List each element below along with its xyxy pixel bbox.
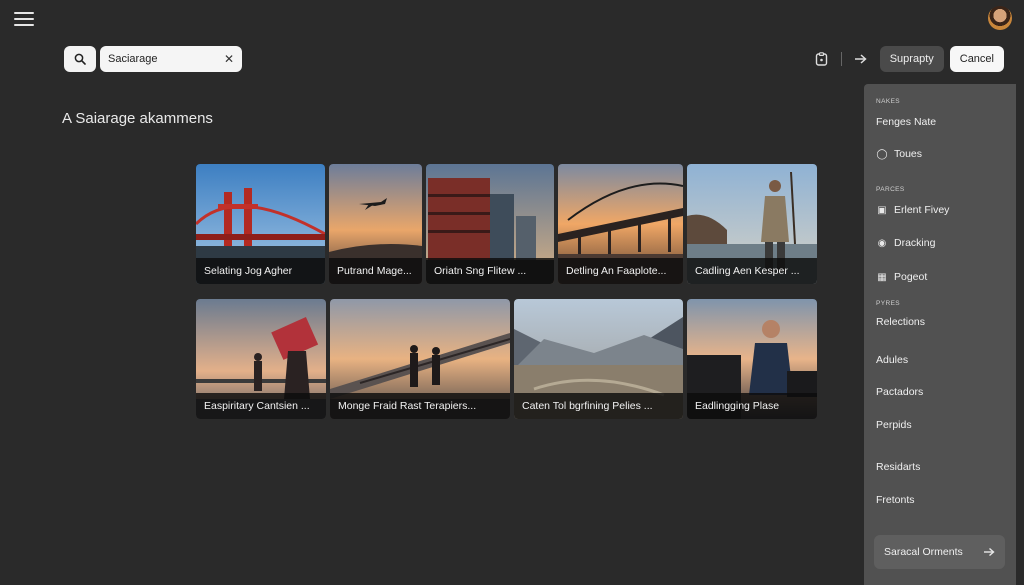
card-caption: Easpiritary Cantsien ... bbox=[196, 393, 326, 419]
sidebar-footer-button[interactable]: Saracal Orments bbox=[874, 535, 1005, 569]
card-caption: Cadling Aen Kesper ... bbox=[687, 258, 817, 284]
sidebar-item-label: Residarts bbox=[876, 461, 921, 473]
card-caption: Monge Fraid Rast Terapiers... bbox=[330, 393, 510, 419]
clear-search-icon[interactable]: ✕ bbox=[224, 53, 234, 65]
top-actions: Suprapty Cancel bbox=[811, 46, 1004, 72]
sidebar-item-label: Dracking bbox=[894, 237, 936, 249]
image-icon: ▦ bbox=[877, 271, 887, 283]
section-heading: PARCES bbox=[876, 186, 905, 193]
search-icon bbox=[74, 53, 86, 65]
sidebar-item-label: Toues bbox=[894, 148, 923, 160]
side-panel: NAKES Fenges Nate ◯ Toues PARCES ▣ Erlent … bbox=[864, 84, 1016, 585]
arrow-right-icon[interactable] bbox=[850, 48, 872, 70]
image-card-2[interactable]: Putrand Mage... bbox=[329, 164, 422, 284]
sidebar-item-fretonts[interactable]: Fretonts bbox=[876, 490, 1006, 510]
section-heading: NAKES bbox=[876, 98, 901, 105]
sidebar-item-label: Adules bbox=[876, 354, 909, 366]
page-title: A Saiarage akammens bbox=[62, 110, 213, 127]
sidebar-item-residarts[interactable]: Residarts bbox=[876, 457, 1006, 477]
card-caption: Oriatn Sng Flitew ... bbox=[426, 258, 554, 284]
sidebar-item-label: Pogeot bbox=[894, 271, 928, 283]
user-avatar[interactable] bbox=[988, 6, 1012, 30]
image-card-8[interactable]: Caten Tol bgrfining Pelies ... bbox=[514, 299, 683, 419]
clipboard-icon[interactable] bbox=[811, 48, 833, 70]
sidebar-footer-label: Saracal Orments bbox=[884, 546, 963, 558]
sidebar-item-relections[interactable]: Relections bbox=[876, 312, 1006, 332]
arrow-right-icon bbox=[984, 547, 995, 557]
section-heading: PYRES bbox=[876, 300, 901, 307]
sidebar-item-dracking[interactable]: ◉ Dracking bbox=[876, 233, 1006, 253]
sidebar-item-label: Relections bbox=[876, 316, 926, 328]
sidebar-item-label: Perpids bbox=[876, 419, 912, 431]
sidebar-item-label: Fretonts bbox=[876, 494, 915, 506]
sidebar-item-pactadors[interactable]: Pactadors bbox=[876, 382, 1006, 402]
circle-target-icon: ◉ bbox=[877, 237, 887, 249]
image-card-6[interactable]: Easpiritary Cantsien ... bbox=[196, 299, 326, 419]
sidebar-item-fenges-nate[interactable]: Fenges Nate bbox=[876, 112, 1006, 132]
image-card-3[interactable]: Oriatn Sng Flitew ... bbox=[426, 164, 554, 284]
image-card-9[interactable]: Eadlingging Plase bbox=[687, 299, 817, 419]
sidebar-item-erlent-fivey[interactable]: ▣ Erlent Fivey bbox=[876, 200, 1006, 220]
image-card-1[interactable]: Selating Jog Agher bbox=[196, 164, 325, 284]
hamburger-menu-icon[interactable] bbox=[14, 10, 34, 28]
sidebar-item-label: Pactadors bbox=[876, 386, 924, 398]
sidebar-item-toues[interactable]: ◯ Toues bbox=[876, 144, 1006, 164]
card-caption: Detling An Faaplote... bbox=[558, 258, 683, 284]
sidebar-item-perpids[interactable]: Perpids bbox=[876, 415, 1006, 435]
card-caption: Putrand Mage... bbox=[329, 258, 422, 284]
image-card-4[interactable]: Detling An Faaplote... bbox=[558, 164, 683, 284]
search-field[interactable]: ✕ bbox=[100, 46, 242, 72]
cancel-button[interactable]: Cancel bbox=[949, 46, 1004, 72]
calendar-icon: ▣ bbox=[877, 204, 887, 216]
sidebar-item-pogeot[interactable]: ▦ Pogeot bbox=[876, 267, 1006, 287]
card-caption: Caten Tol bgrfining Pelies ... bbox=[514, 393, 683, 419]
image-card-5[interactable]: Cadling Aen Kesper ... bbox=[687, 164, 817, 284]
search-input[interactable] bbox=[108, 53, 208, 65]
sidebar-item-adules[interactable]: Adules bbox=[876, 350, 1006, 370]
sidebar-item-label: Fenges Nate bbox=[876, 116, 937, 128]
lightbulb-icon: ◯ bbox=[876, 148, 888, 160]
toolbar-divider bbox=[840, 52, 842, 66]
primary-action-button[interactable]: Suprapty bbox=[879, 46, 944, 72]
image-card-7[interactable]: Monge Fraid Rast Terapiers... bbox=[330, 299, 510, 419]
card-caption: Eadlingging Plase bbox=[687, 393, 817, 419]
card-caption: Selating Jog Agher bbox=[196, 258, 325, 284]
sidebar-item-label: Erlent Fivey bbox=[894, 204, 950, 216]
search-button[interactable] bbox=[64, 46, 96, 72]
